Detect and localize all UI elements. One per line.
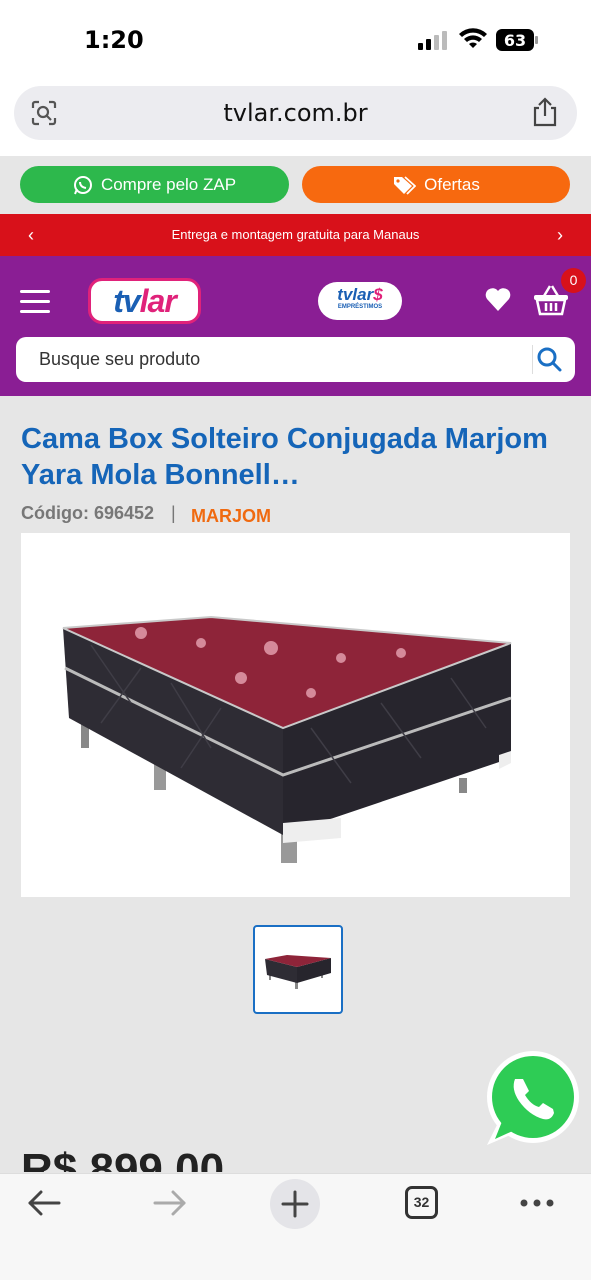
plus-icon bbox=[281, 1190, 309, 1218]
new-tab-button[interactable] bbox=[270, 1179, 320, 1229]
product-main-image[interactable] bbox=[21, 533, 570, 897]
status-bar: 1:20 63 bbox=[0, 0, 591, 78]
product-title: Cama Box Solteiro Conjugada Marjom Yara … bbox=[21, 423, 548, 491]
site-header: tv lar tvlar$ EMPRÉSTIMOS 0 Busque seu pr… bbox=[0, 256, 591, 396]
product-code: Código: 696452 bbox=[21, 503, 155, 523]
promo-text: Entrega e montagem gratuita para Manaus bbox=[171, 227, 420, 242]
logo-part-lar: lar bbox=[139, 282, 177, 319]
whatsapp-icon bbox=[73, 175, 92, 194]
more-options-icon[interactable] bbox=[518, 1190, 556, 1216]
code-brand-separator: | bbox=[171, 503, 176, 523]
tag-icon bbox=[394, 175, 417, 195]
compre-pelo-zap-button[interactable]: Compre pelo ZAP bbox=[20, 166, 289, 203]
loan-logo-main: tvlar bbox=[337, 285, 374, 304]
search-box[interactable]: Busque seu produto bbox=[16, 337, 575, 382]
address-bar[interactable]: tvlar.com.br bbox=[14, 86, 577, 140]
battery-level: 63 bbox=[504, 31, 526, 50]
tvlar-emprestimos-logo[interactable]: tvlar$ EMPRÉSTIMOS bbox=[318, 282, 402, 320]
cart-count-badge: 0 bbox=[561, 268, 586, 293]
heart-icon[interactable] bbox=[484, 286, 512, 312]
logo-part-tv: tv bbox=[113, 282, 140, 319]
promo-banner: ‹ Entrega e montagem gratuita para Manau… bbox=[0, 214, 591, 256]
loan-logo-symbol: $ bbox=[373, 285, 383, 304]
loan-logo-sub: EMPRÉSTIMOS bbox=[337, 304, 383, 310]
ofertas-button[interactable]: Ofertas bbox=[302, 166, 570, 203]
tabs-count-button[interactable]: 32 bbox=[405, 1186, 438, 1219]
product-price: R$ 899,00 bbox=[21, 1150, 224, 1172]
status-time: 1:20 bbox=[84, 26, 144, 54]
url-text[interactable]: tvlar.com.br bbox=[14, 99, 577, 127]
menu-icon[interactable] bbox=[20, 290, 50, 314]
wifi-icon bbox=[459, 28, 487, 48]
quick-actions: Compre pelo ZAP Ofertas bbox=[0, 156, 591, 214]
search-input[interactable]: Busque seu produto bbox=[39, 349, 200, 370]
product-thumbnail[interactable] bbox=[253, 925, 343, 1014]
search-divider bbox=[532, 345, 533, 374]
signal-icon bbox=[418, 31, 447, 50]
tvlar-logo[interactable]: tv lar bbox=[88, 278, 201, 324]
product-brand-link[interactable]: MARJOM bbox=[191, 506, 271, 527]
promo-next-chevron-icon[interactable]: › bbox=[557, 225, 563, 246]
back-arrow-icon[interactable] bbox=[26, 1190, 62, 1216]
browser-address-area: tvlar.com.br bbox=[0, 78, 591, 156]
battery-icon: 63 bbox=[496, 29, 540, 51]
zap-label: Compre pelo ZAP bbox=[100, 174, 237, 194]
whatsapp-float-button[interactable] bbox=[481, 1049, 581, 1149]
share-icon[interactable] bbox=[531, 97, 559, 127]
search-icon[interactable] bbox=[536, 346, 562, 372]
ofertas-label: Ofertas bbox=[424, 174, 480, 194]
forward-arrow-icon[interactable] bbox=[152, 1190, 188, 1216]
browser-toolbar: 32 bbox=[0, 1173, 591, 1280]
